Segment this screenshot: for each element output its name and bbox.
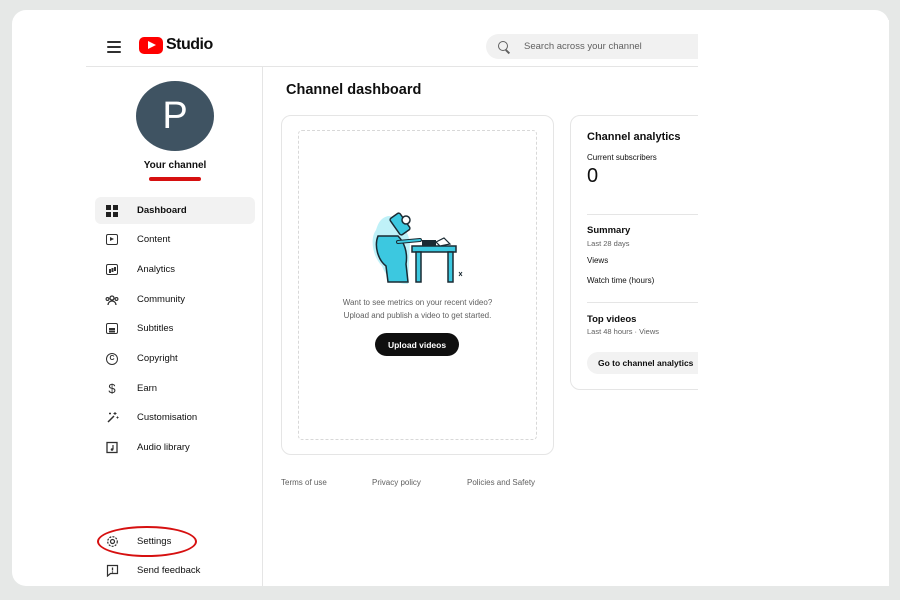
sidebar-item-label: Customisation bbox=[137, 412, 198, 423]
sidebar-item-label: Copyright bbox=[137, 353, 178, 364]
sidebar-item-customisation[interactable]: Customisation bbox=[95, 404, 255, 431]
views-label: Views bbox=[587, 256, 609, 265]
upload-videos-button[interactable]: Upload videos bbox=[375, 333, 459, 356]
gear-icon bbox=[105, 535, 119, 549]
sidebar-item-community[interactable]: Community bbox=[95, 286, 255, 313]
sidebar-item-settings[interactable]: Settings bbox=[95, 528, 255, 555]
annotation-underline bbox=[149, 177, 201, 181]
upload-prompt-line-1: Want to see metrics on your recent video… bbox=[342, 298, 493, 307]
policies-link[interactable]: Policies and Safety bbox=[467, 478, 535, 487]
logo-text: Studio bbox=[166, 36, 213, 53]
watch-time-label: Watch time (hours) bbox=[587, 276, 655, 285]
viewport-edge bbox=[698, 20, 889, 586]
analytics-icon bbox=[105, 263, 119, 277]
top-videos-period: Last 48 hours · Views bbox=[587, 327, 659, 336]
studio-logo[interactable]: Studio bbox=[139, 36, 213, 54]
sidebar-item-label: Send feedback bbox=[137, 565, 201, 576]
sidebar-item-label: Analytics bbox=[137, 264, 176, 275]
header-divider bbox=[86, 66, 698, 67]
sidebar-item-label: Settings bbox=[137, 536, 172, 547]
sidebar-item-copyright[interactable]: C Copyright bbox=[95, 345, 255, 372]
content-icon bbox=[105, 233, 119, 247]
sidebar-item-subtitles[interactable]: Subtitles bbox=[95, 315, 255, 342]
top-videos-title: Top videos bbox=[587, 314, 637, 325]
search-input[interactable] bbox=[524, 41, 694, 52]
community-icon bbox=[105, 293, 119, 307]
sidebar-item-earn[interactable]: $ Earn bbox=[95, 375, 255, 402]
sidebar-item-content[interactable]: Content bbox=[95, 226, 255, 253]
analytics-divider bbox=[587, 302, 698, 303]
sidebar-item-dashboard[interactable]: Dashboard bbox=[95, 197, 255, 224]
go-to-channel-analytics-button[interactable]: Go to channel analytics bbox=[587, 352, 698, 374]
subscribers-count: 0 bbox=[587, 165, 599, 187]
page-title: Channel dashboard bbox=[286, 82, 422, 98]
sidebar-item-label: Community bbox=[137, 294, 186, 305]
upload-prompt-line-2: Upload and publish a video to get starte… bbox=[343, 310, 492, 320]
customisation-icon bbox=[105, 411, 119, 425]
privacy-link[interactable]: Privacy policy bbox=[372, 478, 421, 487]
sidebar-item-label: Audio library bbox=[137, 442, 190, 453]
sidebar-item-analytics[interactable]: Analytics bbox=[95, 256, 255, 283]
avatar-letter: P bbox=[162, 94, 188, 137]
youtube-logo-icon bbox=[139, 36, 163, 54]
menu-icon[interactable] bbox=[107, 41, 121, 53]
your-channel-label[interactable]: Your channel bbox=[126, 160, 224, 171]
upload-prompt: Want to see metrics on your recent video… bbox=[300, 297, 535, 322]
sidebar-divider bbox=[262, 67, 263, 586]
sidebar-item-send-feedback[interactable]: Send feedback bbox=[95, 557, 255, 584]
summary-period: Last 28 days bbox=[587, 239, 630, 248]
feedback-icon bbox=[105, 564, 119, 578]
sidebar-item-label: Dashboard bbox=[137, 205, 187, 216]
microscope-illustration-icon bbox=[372, 212, 463, 284]
copyright-icon: C bbox=[105, 352, 119, 366]
channel-avatar[interactable]: P bbox=[136, 81, 214, 151]
search-icon[interactable] bbox=[498, 40, 510, 53]
search-bar[interactable] bbox=[486, 34, 698, 59]
analytics-title: Channel analytics bbox=[587, 131, 681, 143]
subscribers-label: Current subscribers bbox=[587, 153, 657, 162]
summary-title: Summary bbox=[587, 225, 631, 236]
sidebar-item-audio-library[interactable]: Audio library bbox=[95, 434, 255, 461]
sidebar-item-label: Subtitles bbox=[137, 323, 174, 334]
audio-library-icon bbox=[105, 441, 119, 455]
sidebar-item-label: Earn bbox=[137, 383, 158, 394]
subtitles-icon bbox=[105, 322, 119, 336]
dashboard-icon bbox=[105, 204, 119, 218]
sidebar-item-label: Content bbox=[137, 234, 171, 245]
earn-icon: $ bbox=[108, 381, 116, 396]
analytics-divider bbox=[587, 214, 698, 215]
terms-link[interactable]: Terms of use bbox=[281, 478, 327, 487]
